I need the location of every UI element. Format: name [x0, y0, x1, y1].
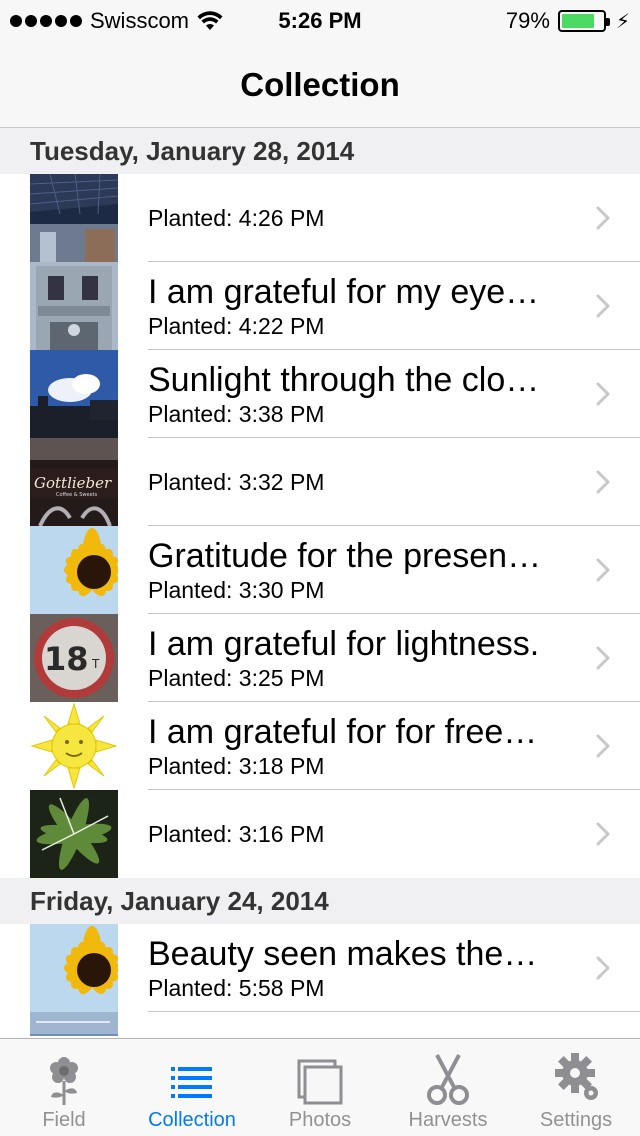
battery-fill — [561, 14, 594, 28]
list-item[interactable]: Beauty seen makes the… Planted: 5:58 PM — [0, 924, 640, 1012]
thumbnail-sunflower-photo — [30, 526, 118, 614]
thumbnail-calendar-note-photo — [30, 1012, 118, 1036]
row-subtitle: Planted: 3:30 PM — [148, 577, 325, 603]
row-subtitle: Planted: 3:32 PM — [148, 469, 325, 495]
row-text: I am grateful for for free… Planted: 3:18… — [148, 702, 560, 790]
tab-label: Settings — [539, 1109, 613, 1131]
svg-text:Gottlieber: Gottlieber — [34, 474, 112, 492]
section-header: Tuesday, January 28, 2014 — [0, 128, 640, 174]
thumbnail-station-roof-photo — [30, 174, 118, 262]
row-text: I am grateful for lightness. Planted: 3:2… — [148, 614, 560, 702]
thumbnail-sunflower-photo — [30, 924, 118, 1012]
section-header: Friday, January 24, 2014 — [0, 878, 640, 924]
svg-text:Coffee & Sweets: Coffee & Sweets — [56, 492, 98, 498]
scissors-icon — [423, 1051, 473, 1107]
row-subtitle: Planted: 3:38 PM — [148, 401, 325, 427]
tab-field[interactable]: Field — [0, 1039, 128, 1136]
list-icon — [167, 1051, 217, 1107]
row-title: I am grateful for lightness. — [148, 625, 540, 663]
row-text: I am grateful for my eye… Planted: 4:22 P… — [148, 262, 560, 350]
row-title: I am grateful for for free… — [148, 713, 538, 751]
row-subtitle: Planted: 4:26 PM — [148, 205, 325, 231]
thumbnail-cloudy-sky-photo — [30, 350, 118, 438]
photos-icon — [295, 1051, 345, 1107]
row-title: Beauty seen makes the… — [148, 935, 538, 973]
tab-harvests[interactable]: Harvests — [384, 1039, 512, 1136]
row-subtitle: Planted: 3:18 PM — [148, 753, 325, 779]
thumbnail-street-number-photo: 18 T — [30, 614, 118, 702]
thumbnail-sun-drawing — [30, 702, 118, 790]
tab-label: Photos — [288, 1109, 352, 1131]
row-text: Planted: 3:16 PM — [148, 790, 560, 878]
row-text: Beauty seen makes the… Planted: 5:58 PM — [148, 924, 560, 1012]
row-text: Planted: 4:26 PM — [148, 174, 560, 262]
list-item[interactable]: Planted: 3:16 PM — [0, 790, 640, 878]
collection-list[interactable]: Tuesday, January 28, 2014 Planted: 4:26 P… — [0, 128, 640, 1036]
list-item[interactable]: Sunlight through the clo… Planted: 3:38 P… — [0, 350, 640, 438]
charging-bolt-icon: ⚡ — [615, 10, 630, 33]
battery-icon — [557, 10, 610, 32]
chevron-right-icon — [596, 558, 610, 582]
row-text: Sunlight through the clo… Planted: 3:38 P… — [148, 350, 560, 438]
tab-photos[interactable]: Photos — [256, 1039, 384, 1136]
chevron-right-icon — [596, 734, 610, 758]
tab-collection[interactable]: Collection — [128, 1039, 256, 1136]
row-subtitle: Planted: 3:25 PM — [148, 665, 325, 691]
row-title: I am grateful for my eye… — [148, 273, 540, 311]
list-item[interactable]: Planted: 2:59 PM — [0, 1012, 640, 1036]
row-title: Sunlight through the clo… — [148, 361, 540, 399]
svg-text:18: 18 — [44, 640, 89, 678]
chevron-right-icon — [596, 470, 610, 494]
list-item[interactable]: I am grateful for my eye… Planted: 4:22 P… — [0, 262, 640, 350]
battery-percent: 79% — [505, 8, 550, 33]
row-subtitle: Planted: 4:22 PM — [148, 313, 325, 339]
tab-label: Collection — [148, 1109, 236, 1131]
row-title: Gratitude for the presen… — [148, 537, 542, 575]
chevron-right-icon — [596, 646, 610, 670]
row-subtitle: Planted: 5:58 PM — [148, 975, 325, 1001]
thumbnail-building-facade-photo — [30, 262, 118, 350]
list-item[interactable]: 18 T I am grateful for lightness. Planted: … — [0, 614, 640, 702]
chevron-right-icon — [596, 956, 610, 980]
chevron-right-icon — [596, 382, 610, 406]
tab-bar: Field Collection Photos Harvests Settings — [0, 1038, 640, 1136]
navigation-bar: Collection — [0, 40, 640, 128]
list-item[interactable]: I am grateful for for free… Planted: 3:18… — [0, 702, 640, 790]
row-text: Gratitude for the presen… Planted: 3:30 P… — [148, 526, 560, 614]
thumbnail-plant-leaves-photo — [30, 790, 118, 878]
tab-label: Harvests — [408, 1109, 488, 1131]
thumbnail-gottlieber-shop-photo: Gottlieber Coffee & Sweets — [30, 438, 118, 526]
chevron-right-icon — [596, 206, 610, 230]
svg-text:T: T — [91, 657, 100, 671]
row-text: Planted: 3:32 PM — [148, 438, 560, 526]
page-title: Collection — [240, 66, 400, 103]
list-item[interactable]: Gottlieber Coffee & Sweets Planted: 3:32 P… — [0, 438, 640, 526]
chevron-right-icon — [596, 822, 610, 846]
row-text: Planted: 2:59 PM — [148, 1012, 560, 1036]
row-subtitle: Planted: 3:16 PM — [148, 821, 325, 847]
gear-icon — [551, 1051, 601, 1107]
status-right: 79% ⚡ — [506, 8, 630, 34]
flower-icon — [39, 1051, 89, 1107]
chevron-right-icon — [596, 294, 610, 318]
status-bar: Swisscom 5:26 PM 79% ⚡ — [0, 0, 640, 40]
list-item[interactable]: Planted: 4:26 PM — [0, 174, 640, 262]
tab-label: Field — [42, 1109, 86, 1131]
tab-settings[interactable]: Settings — [512, 1039, 640, 1136]
list-item[interactable]: Gratitude for the presen… Planted: 3:30 P… — [0, 526, 640, 614]
